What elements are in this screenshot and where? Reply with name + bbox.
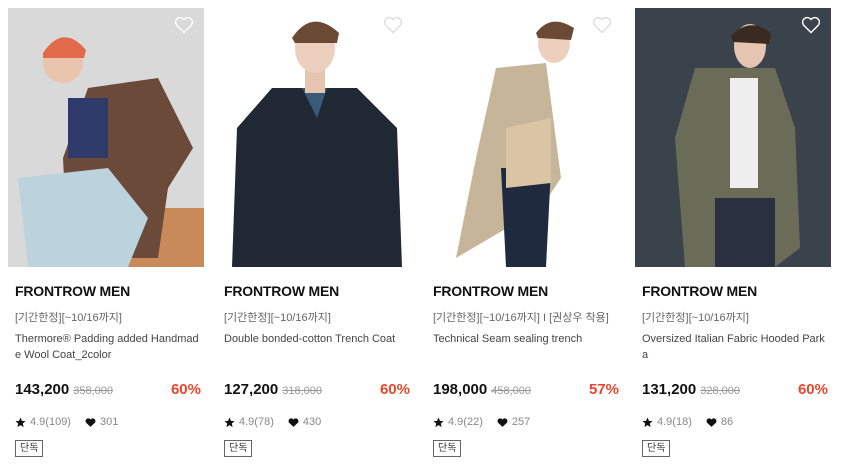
discount-rate: 60% [379, 381, 410, 398]
price-row: 131,200 328,000 60% [642, 381, 828, 401]
original-price: 318,000 [282, 385, 322, 397]
wishlist-heart-icon[interactable] [801, 16, 821, 34]
discount-rate: 60% [797, 381, 828, 398]
product-grid: FRONTROW MEN [기간한정][~10/16까지] Thermore® … [0, 0, 841, 470]
product-photo [8, 8, 204, 267]
star-icon [224, 416, 235, 428]
product-card[interactable]: FRONTROW MEN [기간한정][~10/16까지] Double bon… [217, 8, 413, 468]
star-icon [642, 416, 653, 428]
rating-text: 4.9(18) [657, 416, 692, 428]
product-photo [426, 8, 622, 267]
price-row: 198,000 458,000 57% [433, 381, 619, 401]
product-card[interactable]: FRONTROW MEN [기간한정][~10/16까지] I [권상우 착용]… [426, 8, 622, 468]
discount-rate: 60% [170, 381, 201, 398]
review-meta: 4.9(22) 257 [433, 415, 530, 429]
product-image[interactable] [426, 8, 622, 267]
product-image[interactable] [217, 8, 413, 267]
sale-price: 198,000 [433, 381, 488, 398]
sale-price: 131,200 [642, 381, 697, 398]
likes-count: 430 [302, 416, 322, 428]
heart-filled-icon [706, 417, 717, 428]
wishlist-heart-icon[interactable] [592, 16, 612, 34]
original-price: 328,000 [700, 385, 740, 397]
exclusive-badge: 단독 [15, 440, 44, 457]
promo-text: [기간한정][~10/16까지] [642, 312, 749, 324]
star-icon [15, 416, 26, 428]
heart-filled-icon [85, 417, 96, 428]
product-name[interactable]: Oversized Italian Fabric Hooded Parka [642, 331, 828, 363]
product-name[interactable]: Technical Seam sealing trench [433, 331, 619, 347]
product-name[interactable]: Double bonded-cotton Trench Coat [224, 331, 410, 347]
original-price: 358,000 [73, 385, 113, 397]
wishlist-heart-icon[interactable] [174, 16, 194, 34]
likes-count: 257 [511, 416, 531, 428]
product-image[interactable] [635, 8, 831, 267]
review-meta: 4.9(18) 86 [642, 415, 733, 429]
brand-name[interactable]: FRONTROW MEN [642, 283, 757, 299]
promo-text: [기간한정][~10/16까지] [224, 312, 331, 324]
brand-name[interactable]: FRONTROW MEN [224, 283, 339, 299]
product-photo [635, 8, 831, 267]
sale-price: 127,200 [224, 381, 279, 398]
product-image[interactable] [8, 8, 204, 267]
sale-price: 143,200 [15, 381, 70, 398]
original-price: 458,000 [491, 385, 531, 397]
brand-name[interactable]: FRONTROW MEN [15, 283, 130, 299]
heart-filled-icon [288, 417, 299, 428]
price-row: 127,200 318,000 60% [224, 381, 410, 401]
discount-rate: 57% [588, 381, 619, 398]
wishlist-heart-icon[interactable] [383, 16, 403, 34]
likes-count: 86 [720, 416, 734, 428]
product-card[interactable]: FRONTROW MEN [기간한정][~10/16까지] Oversized … [635, 8, 831, 468]
price-row: 143,200 358,000 60% [15, 381, 201, 401]
brand-name[interactable]: FRONTROW MEN [433, 283, 548, 299]
product-name[interactable]: Thermore® Padding added Handmade Wool Co… [15, 331, 201, 363]
product-card[interactable]: FRONTROW MEN [기간한정][~10/16까지] Thermore® … [8, 8, 204, 468]
rating-text: 4.9(22) [448, 416, 483, 428]
product-photo [217, 8, 413, 267]
exclusive-badge: 단독 [433, 440, 462, 457]
likes-count: 301 [99, 416, 119, 428]
promo-text: [기간한정][~10/16까지] [15, 312, 122, 324]
review-meta: 4.9(109) 301 [15, 415, 118, 429]
review-meta: 4.9(78) 430 [224, 415, 321, 429]
exclusive-badge: 단독 [642, 440, 671, 457]
star-icon [433, 416, 444, 428]
rating-text: 4.9(109) [30, 416, 71, 428]
exclusive-badge: 단독 [224, 440, 253, 457]
rating-text: 4.9(78) [239, 416, 274, 428]
promo-text: [기간한정][~10/16까지] I [권상우 착용] [433, 312, 609, 324]
heart-filled-icon [497, 417, 508, 428]
